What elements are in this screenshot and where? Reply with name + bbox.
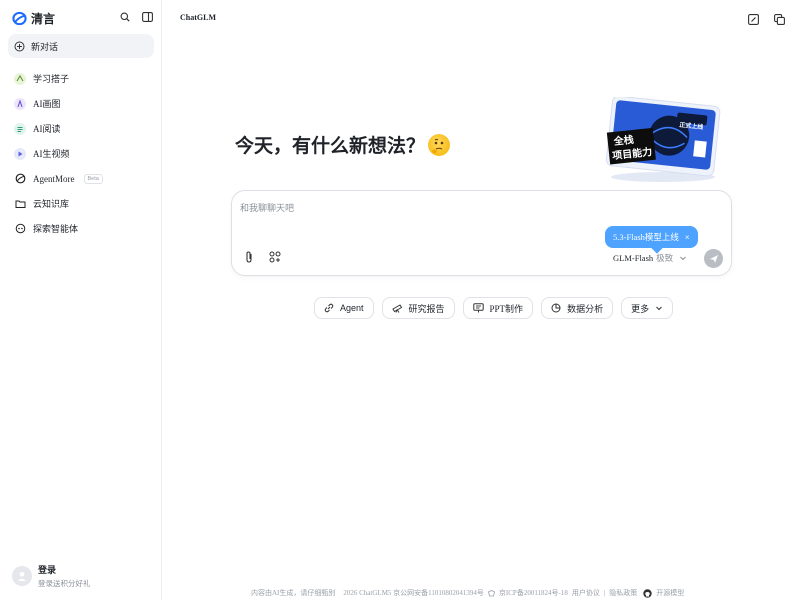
reading-icon: [14, 122, 26, 135]
chip-ppt[interactable]: PPT制作: [462, 297, 534, 319]
thinking-emoji-icon: [428, 133, 451, 156]
login-title: 登录: [38, 565, 57, 575]
send-icon: [709, 254, 718, 263]
folder-icon: [14, 198, 26, 210]
chat-input[interactable]: 和我聊聊天吧: [240, 201, 294, 214]
plus-circle-icon: [14, 41, 25, 51]
sidebar-nav: 学习搭子 AI画图 AI阅读 AI生视频 AgentMore Beta 云知识库…: [8, 66, 154, 241]
chip-label: 研究报告: [408, 303, 445, 314]
window-button[interactable]: [772, 12, 786, 26]
attach-button[interactable]: [242, 250, 256, 264]
edit-icon: [747, 13, 759, 25]
chip-label: 数据分析: [567, 303, 604, 314]
study-icon: [14, 72, 26, 85]
search-button[interactable]: [118, 10, 132, 24]
sidebar-item-ai-paint[interactable]: AI画图: [8, 91, 154, 116]
tools-button[interactable]: [268, 250, 282, 264]
toast-close-button[interactable]: ×: [685, 233, 690, 242]
paint-icon: [14, 97, 26, 110]
sidebar-toggle-icon: [141, 12, 153, 22]
footer-copyright: 2026 ChatGLM5 京公网安备11010802041394号: [343, 589, 484, 597]
footer-disclaimer: 内容由AI生成，请仔细甄别: [251, 589, 336, 597]
chip-more[interactable]: 更多: [621, 297, 674, 319]
chip-data-analysis[interactable]: 数据分析: [541, 297, 614, 319]
model-launch-toast[interactable]: 5.3-Flash模型上线 ×: [605, 226, 698, 248]
app-logo[interactable]: 清言: [12, 9, 55, 27]
footer-icp-link[interactable]: 京ICP备20011824号-18: [499, 588, 568, 598]
paperclip-icon: [246, 251, 252, 263]
github-icon: [643, 588, 652, 598]
sidebar-item-ai-reading[interactable]: AI阅读: [8, 116, 154, 141]
pie-chart-icon: [551, 303, 561, 313]
sidebar: 清言 新对话 学习搭子 AI画图 AI阅读 AI生视频 AgentMore Be…: [0, 0, 162, 600]
footer-privacy[interactable]: 隐私政策: [609, 588, 637, 598]
sidebar-item-label: 探索智能体: [33, 224, 79, 234]
avatar: [12, 566, 32, 586]
chevron-down-icon: [680, 256, 687, 261]
sidebar-item-study[interactable]: 学习搭子: [8, 66, 154, 91]
footer-open-source[interactable]: 开源模型: [656, 588, 684, 598]
telescope-icon: [391, 304, 402, 313]
hero-title-row: 今天，有什么新想法？: [235, 131, 451, 158]
footer: 内容由AI生成，请仔细甄别 2026 ChatGLM5 京公网安备1101080…: [251, 588, 684, 598]
footer-separator: |: [603, 589, 606, 597]
link-icon: [324, 303, 334, 313]
send-button[interactable]: [704, 249, 723, 268]
presentation-icon: [472, 303, 484, 313]
chip-label: PPT制作: [489, 303, 524, 314]
sidebar-item-label: AgentMore: [33, 173, 75, 184]
model-name: GLM-Flash: [613, 253, 654, 263]
sidebar-item-label: AI阅读: [33, 124, 61, 134]
chip-agent[interactable]: Agent: [314, 297, 374, 319]
police-badge-icon: [487, 589, 495, 596]
promo-graphic: 正式上线 全栈 项目能力: [605, 95, 721, 182]
chip-label: 更多: [631, 303, 650, 314]
chat-composer[interactable]: 和我聊聊天吧 5.3-Flash模型上线 × GLM-Flash 极致: [231, 190, 732, 276]
sidebar-item-ai-video[interactable]: AI生视频: [8, 141, 154, 166]
footer-user-agreement[interactable]: 用户协议: [572, 588, 600, 598]
sidebar-item-label: AI生视频: [33, 149, 70, 159]
explore-icon: [14, 223, 26, 235]
brand-title: ChatGLM: [180, 13, 216, 22]
page-title: 今天，有什么新想法？: [235, 135, 426, 157]
new-chat-button[interactable]: 新对话: [8, 34, 154, 58]
login-area[interactable]: 登录 登录送积分好礼: [12, 563, 91, 589]
sidebar-item-knowledge-base[interactable]: 云知识库: [8, 191, 154, 216]
video-icon: [14, 147, 26, 160]
beta-badge: Beta: [83, 173, 103, 184]
sidebar-item-agentmore[interactable]: AgentMore Beta: [8, 166, 154, 191]
sidebar-item-label: AI画图: [33, 99, 61, 109]
multi-window-icon: [773, 13, 785, 25]
logo-text: 清言: [31, 11, 56, 26]
sidebar-item-label: 学习搭子: [33, 74, 70, 84]
user-icon: [17, 572, 27, 581]
sidebar-item-explore-agents[interactable]: 探索智能体: [8, 216, 154, 241]
edit-button[interactable]: [746, 12, 760, 26]
collapse-sidebar-button[interactable]: [140, 10, 154, 24]
quick-actions: Agent 研究报告 PPT制作 数据分析 更多: [314, 297, 674, 319]
apps-icon: [269, 251, 281, 263]
toast-text: 5.3-Flash模型上线: [613, 232, 679, 242]
login-subtitle: 登录送积分好礼: [38, 579, 91, 588]
chevron-down-icon: [656, 306, 662, 311]
logo-icon: [12, 11, 27, 25]
chip-label: Agent: [340, 303, 364, 313]
search-icon: [120, 12, 130, 22]
new-chat-label: 新对话: [31, 41, 59, 52]
agent-icon: [14, 173, 26, 185]
sidebar-item-label: 云知识库: [33, 199, 70, 209]
promo-banner[interactable]: 正式上线 全栈 项目能力: [603, 95, 721, 183]
model-selector[interactable]: GLM-Flash 极致: [613, 252, 687, 264]
chip-research-report[interactable]: 研究报告: [381, 297, 455, 319]
model-mode: 极致: [656, 253, 674, 263]
